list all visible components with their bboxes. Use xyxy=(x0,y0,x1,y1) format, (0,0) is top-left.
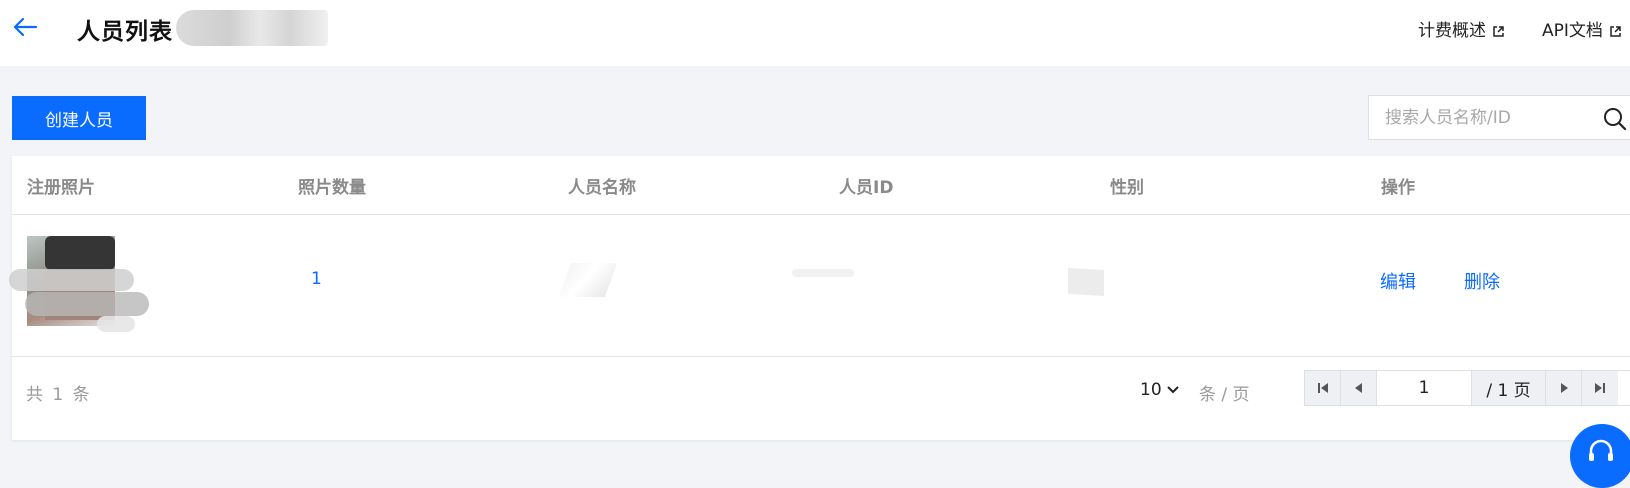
edit-link[interactable]: 编辑 xyxy=(1380,268,1416,294)
person-table-card: 注册照片 照片数量 人员名称 人员ID 性别 操作 1 编辑 删除 共 1 条 … xyxy=(9,156,1630,440)
redacted-title-suffix xyxy=(176,10,328,46)
search-input[interactable] xyxy=(1383,107,1597,129)
customer-service-button[interactable] xyxy=(1570,424,1630,488)
column-header-gender: 性别 xyxy=(1110,178,1144,198)
photo-count-link[interactable]: 1 xyxy=(311,269,322,289)
top-bar: 人员列表 计费概述 API文档 xyxy=(0,0,1630,66)
prev-page-icon xyxy=(1354,383,1362,393)
billing-overview-link[interactable]: 计费概述 xyxy=(1418,16,1505,41)
external-link-icon xyxy=(1493,25,1504,37)
table-header: 注册照片 照片数量 人员名称 人员ID 性别 操作 xyxy=(12,156,1630,215)
api-docs-label: API文档 xyxy=(1542,21,1603,41)
delete-link[interactable]: 删除 xyxy=(1464,268,1500,294)
search-icon[interactable] xyxy=(1602,106,1628,132)
page-size-select[interactable]: 10 xyxy=(1140,380,1180,400)
column-header-person-id: 人员ID xyxy=(839,178,894,198)
first-page-button[interactable] xyxy=(1305,371,1341,405)
first-page-icon xyxy=(1317,383,1328,393)
column-header-photo: 注册照片 xyxy=(27,178,95,198)
chevron-down-icon xyxy=(1166,386,1179,394)
redacted-person-name xyxy=(558,263,618,297)
redacted-gender xyxy=(1068,268,1104,296)
arrow-left-icon[interactable] xyxy=(12,16,38,38)
column-header-actions: 操作 xyxy=(1381,178,1415,198)
page-number-input[interactable] xyxy=(1377,371,1472,405)
next-page-icon xyxy=(1560,383,1568,393)
billing-overview-label: 计费概述 xyxy=(1418,21,1486,41)
create-person-button[interactable]: 创建人员 xyxy=(12,96,146,140)
page-title: 人员列表 xyxy=(77,19,173,45)
column-header-person-name: 人员名称 xyxy=(568,178,636,198)
registered-photo[interactable] xyxy=(9,236,149,332)
table-row: 1 编辑 删除 xyxy=(9,214,1630,357)
total-pages: / 1 页 xyxy=(1472,371,1546,405)
external-link-icon xyxy=(1610,25,1621,37)
api-docs-link[interactable]: API文档 xyxy=(1542,16,1622,41)
column-header-photo-count: 照片数量 xyxy=(298,178,366,198)
page-size-value: 10 xyxy=(1140,380,1162,400)
redacted-person-id xyxy=(792,269,854,277)
prev-page-button[interactable] xyxy=(1341,371,1377,405)
next-page-button[interactable] xyxy=(1546,371,1582,405)
total-count: 共 1 条 xyxy=(26,385,92,405)
pagination-bar: 共 1 条 10 条 / 页 / 1 页 xyxy=(12,356,1630,440)
last-page-button[interactable] xyxy=(1582,371,1618,405)
per-page-label: 条 / 页 xyxy=(1199,385,1250,405)
last-page-icon xyxy=(1595,383,1605,393)
search-box xyxy=(1368,95,1630,140)
headset-icon xyxy=(1589,439,1613,461)
pager: / 1 页 xyxy=(1304,370,1630,406)
